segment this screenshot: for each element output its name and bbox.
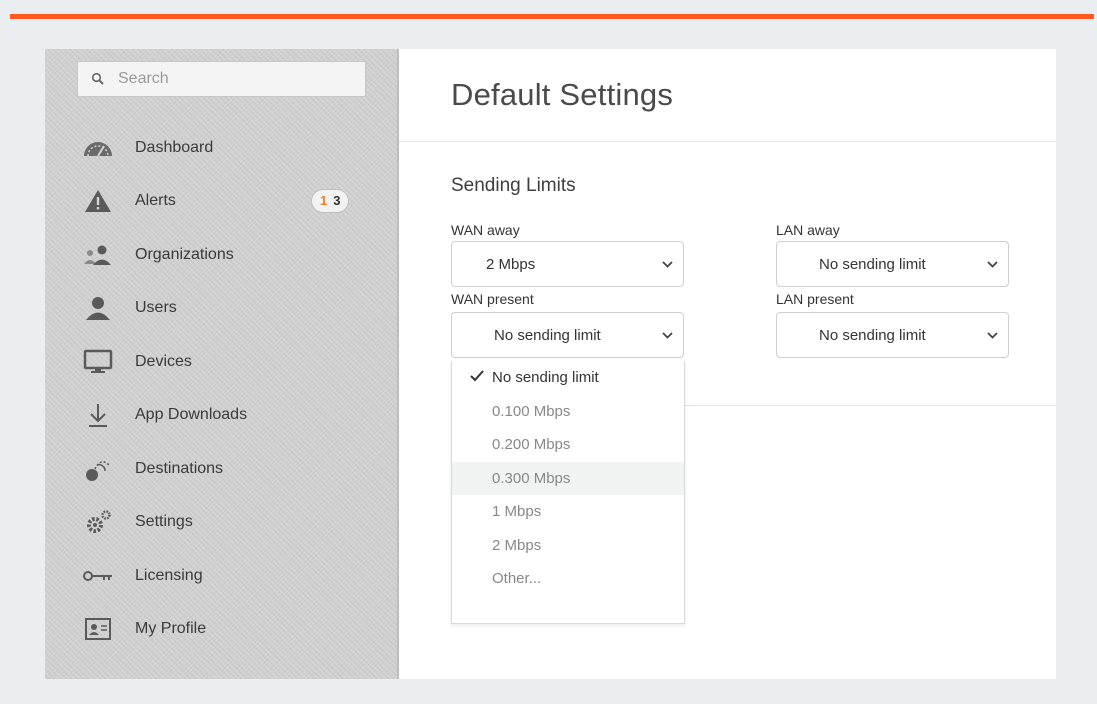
alerts-count-badge[interactable]: 1 3 — [311, 188, 350, 213]
header-divider — [399, 141, 1056, 142]
wan-away-value: 2 Mbps — [486, 255, 536, 273]
sidebar-nav: Dashboard Alerts 1 3 Organizations Users… — [45, 121, 397, 656]
monitor-icon — [81, 348, 115, 376]
organizations-icon — [81, 241, 115, 269]
sidebar-item-app-downloads[interactable]: App Downloads — [45, 389, 397, 443]
sidebar-item-label: App Downloads — [135, 406, 248, 424]
dropdown-option[interactable]: Other... — [452, 562, 684, 596]
dropdown-option-hovered[interactable]: 0.300 Mbps — [452, 461, 684, 495]
checkmark-icon — [470, 369, 484, 386]
wan-away-select[interactable]: 2 Mbps — [451, 241, 684, 287]
sidebar-item-my-profile[interactable]: My Profile — [45, 603, 397, 657]
sidebar-item-settings[interactable]: Settings — [45, 496, 397, 550]
user-icon — [81, 294, 115, 322]
dropdown-option-label: 2 Mbps — [492, 536, 542, 554]
dropdown-option-label: 0.200 Mbps — [492, 436, 571, 454]
lan-present-value: No sending limit — [819, 326, 926, 344]
chevron-down-icon — [651, 260, 683, 268]
sidebar-item-alerts[interactable]: Alerts 1 3 — [45, 175, 397, 229]
key-icon — [81, 562, 115, 590]
sidebar-item-label: My Profile — [135, 620, 207, 638]
sidebar-item-label: Dashboard — [135, 138, 214, 156]
lan-away-label: LAN away — [776, 222, 840, 238]
sidebar-item-devices[interactable]: Devices — [45, 335, 397, 389]
dropdown-option-label: 0.100 Mbps — [492, 402, 571, 420]
sidebar-item-label: Settings — [135, 513, 193, 531]
top-accent-bar — [10, 14, 1094, 19]
chevron-down-icon — [976, 331, 1008, 339]
app-window: Dashboard Alerts 1 3 Organizations — [45, 49, 1056, 679]
lan-away-value: No sending limit — [819, 255, 926, 273]
dropdown-option[interactable]: 0.200 Mbps — [452, 428, 684, 462]
lan-present-select[interactable]: No sending limit — [776, 312, 1009, 358]
search-icon — [78, 72, 118, 86]
sidebar-item-label: Destinations — [135, 459, 224, 477]
section-divider — [685, 405, 1056, 406]
sidebar-item-label: Organizations — [135, 245, 234, 263]
dashboard-icon — [81, 134, 115, 162]
wan-present-select[interactable]: No sending limit — [451, 312, 684, 358]
dropdown-option[interactable]: 0.100 Mbps — [452, 395, 684, 429]
sidebar-item-licensing[interactable]: Licensing — [45, 549, 397, 603]
lan-away-select[interactable]: No sending limit — [776, 241, 1009, 287]
search-box[interactable] — [77, 61, 366, 97]
sidebar-item-destinations[interactable]: Destinations — [45, 442, 397, 496]
chevron-down-icon — [651, 331, 683, 339]
dropdown-option-selected[interactable]: No sending limit — [452, 361, 684, 395]
download-icon — [81, 401, 115, 429]
dropdown-option-label: 0.300 Mbps — [492, 469, 571, 487]
lan-present-label: LAN present — [776, 291, 854, 307]
profile-card-icon — [81, 615, 115, 643]
sidebar-item-label: Alerts — [135, 192, 176, 210]
sidebar-item-users[interactable]: Users — [45, 282, 397, 336]
wan-present-dropdown-menu: No sending limit 0.100 Mbps 0.200 Mbps 0… — [451, 361, 685, 624]
dropdown-option[interactable]: 1 Mbps — [452, 495, 684, 529]
sidebar-item-label: Users — [135, 299, 177, 317]
badge-count-dark: 3 — [333, 193, 341, 208]
main-content: Default Settings Sending Limits WAN away… — [399, 49, 1056, 679]
wan-away-label: WAN away — [451, 222, 520, 238]
dropdown-option-label: 1 Mbps — [492, 503, 542, 521]
dropdown-option-label: Other... — [492, 570, 542, 588]
wan-present-label: WAN present — [451, 291, 534, 307]
dropdown-option-label: No sending limit — [492, 369, 599, 387]
gears-icon — [81, 508, 115, 536]
sidebar-item-label: Devices — [135, 352, 192, 370]
chevron-down-icon — [976, 260, 1008, 268]
destinations-icon — [81, 455, 115, 483]
badge-count-orange: 1 — [320, 193, 328, 208]
sidebar-item-label: Licensing — [135, 566, 203, 584]
sidebar-item-dashboard[interactable]: Dashboard — [45, 121, 397, 175]
wan-present-value: No sending limit — [494, 326, 601, 344]
alert-icon — [81, 187, 115, 215]
sidebar-item-organizations[interactable]: Organizations — [45, 228, 397, 282]
sidebar: Dashboard Alerts 1 3 Organizations — [45, 49, 399, 679]
dropdown-option[interactable]: 2 Mbps — [452, 529, 684, 563]
page-title: Default Settings — [451, 77, 674, 112]
search-input[interactable] — [118, 70, 358, 88]
section-title: Sending Limits — [451, 175, 576, 196]
